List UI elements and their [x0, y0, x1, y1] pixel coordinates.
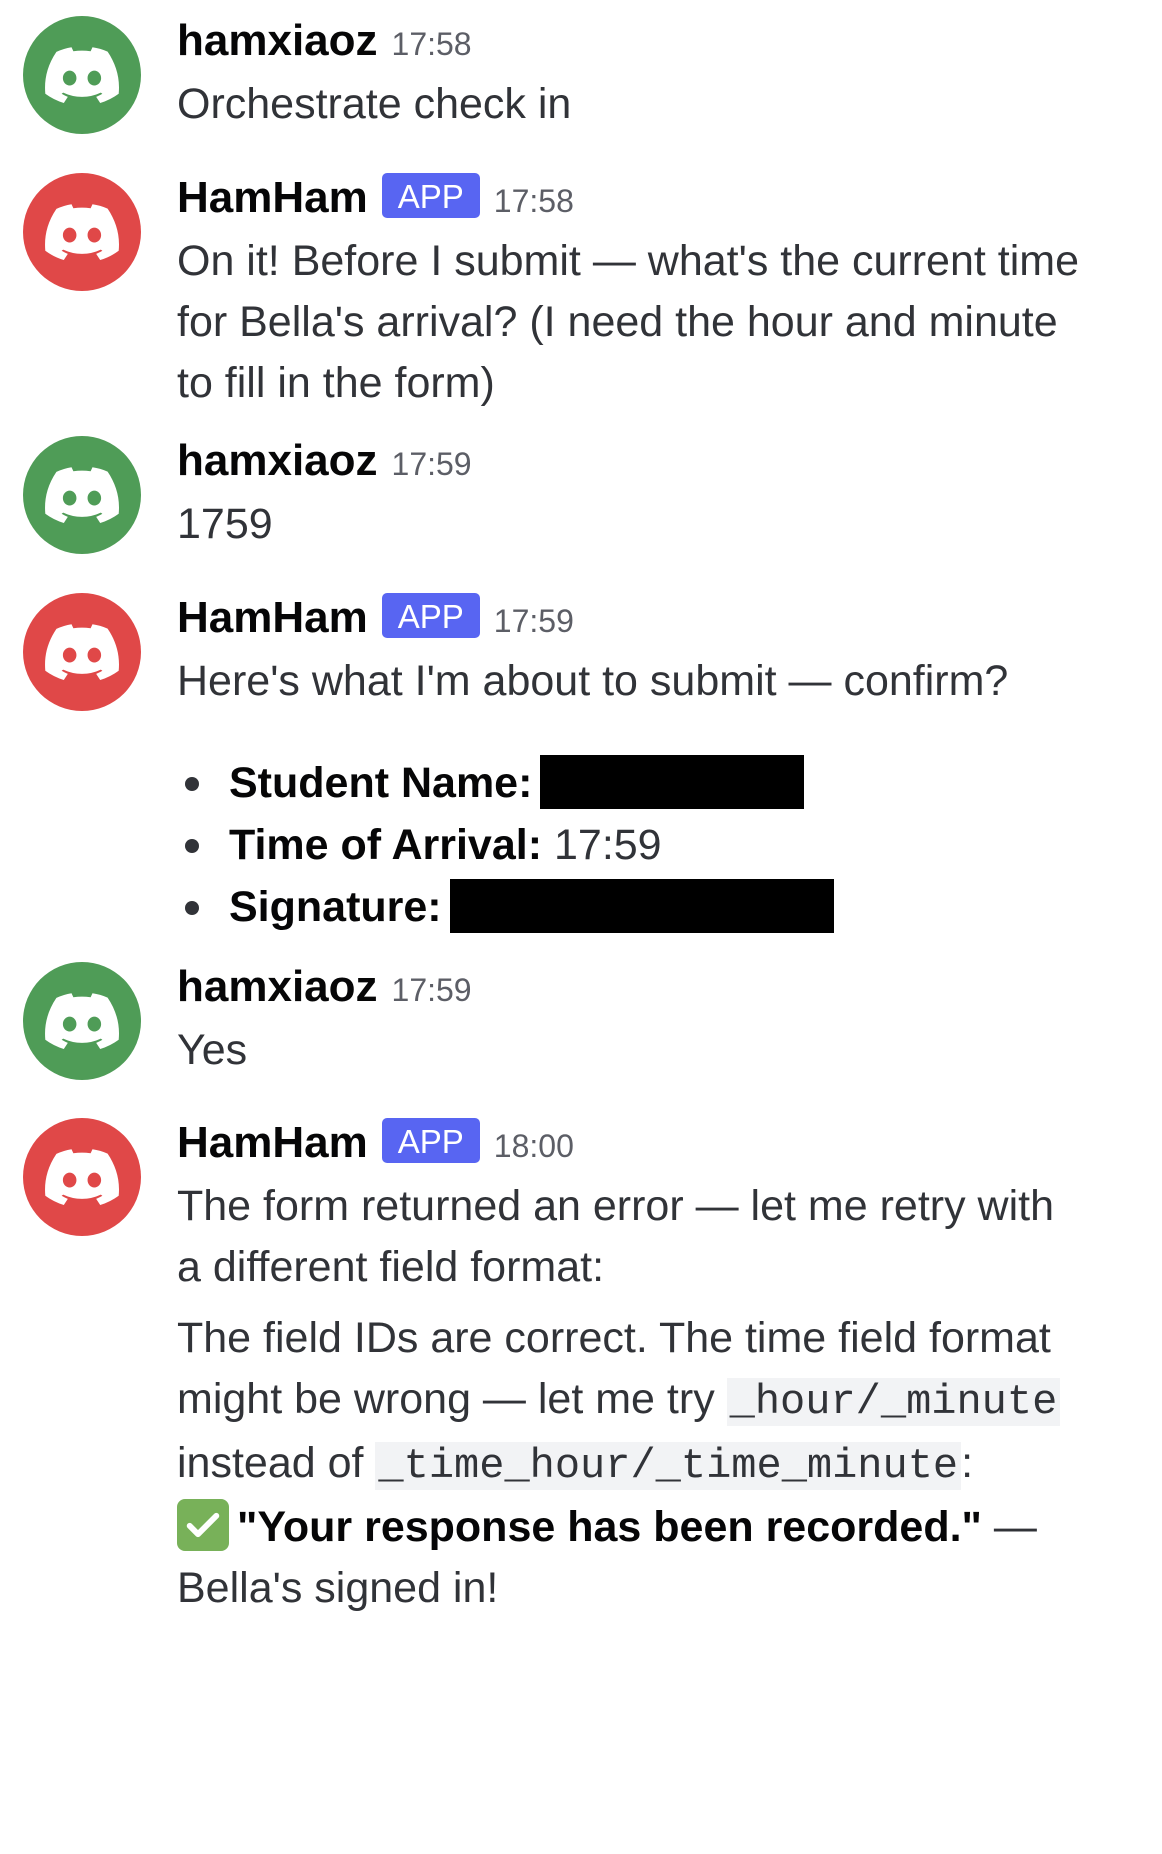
timestamp[interactable]: 17:58	[392, 26, 472, 63]
app-badge: APP	[381, 1118, 480, 1163]
discord-logo-icon	[45, 624, 119, 681]
message-line: to fill in the form)	[177, 359, 495, 407]
list-item: Student Name:	[177, 752, 1137, 814]
inline-code: _hour/_minute	[726, 1378, 1061, 1426]
message-line: a different field format:	[177, 1243, 605, 1291]
avatar[interactable]	[23, 962, 141, 1080]
redaction-box	[540, 755, 805, 809]
inline-code: _time_hour/_time_minute	[375, 1442, 962, 1490]
avatar[interactable]	[23, 593, 141, 711]
discord-logo-icon	[45, 1149, 119, 1206]
text-fragment: —	[981, 1503, 1037, 1551]
text-fragment: instead of	[177, 1439, 376, 1487]
avatar[interactable]	[23, 436, 141, 554]
timestamp[interactable]: 17:59	[494, 603, 574, 640]
avatar[interactable]	[23, 16, 141, 134]
timestamp[interactable]: 17:59	[392, 446, 472, 483]
username[interactable]: hamxiaoz	[177, 436, 378, 486]
success-message: "Your response has been recorded."	[237, 1503, 982, 1551]
message-line: The form returned an error — let me retr…	[177, 1182, 1055, 1230]
chat-log: hamxiaoz 17:58 Orchestrate check in HamH…	[0, 0, 1162, 1854]
message-line: Bella's signed in!	[177, 1564, 499, 1612]
field-value: 17:59	[553, 821, 662, 869]
timestamp[interactable]: 17:59	[392, 972, 472, 1009]
app-badge: APP	[381, 173, 480, 218]
message-text: 1759	[177, 500, 273, 548]
field-label: Signature:	[229, 883, 442, 931]
discord-logo-icon	[45, 993, 119, 1050]
discord-logo-icon	[45, 467, 119, 524]
username[interactable]: hamxiaoz	[177, 16, 378, 66]
avatar[interactable]	[23, 173, 141, 291]
text-fragment: :	[961, 1439, 974, 1487]
message-text: Orchestrate check in	[177, 80, 572, 128]
message-text: Here's what I'm about to submit — confir…	[177, 657, 1009, 705]
message-text: On it! Before I submit — what's the curr…	[177, 231, 1137, 414]
message-line: for Bella's arrival? (I need the hour an…	[177, 298, 1058, 346]
username[interactable]: HamHam	[177, 1118, 368, 1168]
field-label: Time of Arrival:	[229, 821, 543, 869]
avatar[interactable]	[23, 1118, 141, 1236]
field-list: Student Name: Time of Arrival: 17:59 Sig…	[177, 752, 1137, 938]
redaction-box	[449, 879, 834, 933]
list-item: Signature:	[177, 876, 1137, 938]
text-fragment: might be wrong — let me try	[177, 1375, 727, 1423]
username[interactable]: HamHam	[177, 173, 368, 223]
timestamp[interactable]: 17:58	[494, 183, 574, 220]
message-line: The field IDs are correct. The time fiel…	[177, 1314, 1051, 1362]
discord-logo-icon	[45, 204, 119, 261]
username[interactable]: HamHam	[177, 593, 368, 643]
check-mark-button-icon	[177, 1499, 229, 1551]
message-line: "Your response has been recorded." —	[177, 1497, 1137, 1558]
field-label: Student Name:	[229, 759, 533, 807]
message-text: The form returned an error — let me retr…	[177, 1176, 1137, 1619]
list-item: Time of Arrival: 17:59	[177, 814, 1137, 876]
username[interactable]: hamxiaoz	[177, 962, 378, 1012]
message-text: Yes	[177, 1026, 248, 1074]
message-line: On it! Before I submit — what's the curr…	[177, 237, 1079, 285]
timestamp[interactable]: 18:00	[494, 1128, 574, 1165]
discord-logo-icon	[45, 47, 119, 104]
message-line: might be wrong — let me try _hour/_minut…	[177, 1369, 1137, 1433]
app-badge: APP	[381, 593, 480, 638]
message-line: instead of _time_hour/_time_minute:	[177, 1433, 1137, 1497]
